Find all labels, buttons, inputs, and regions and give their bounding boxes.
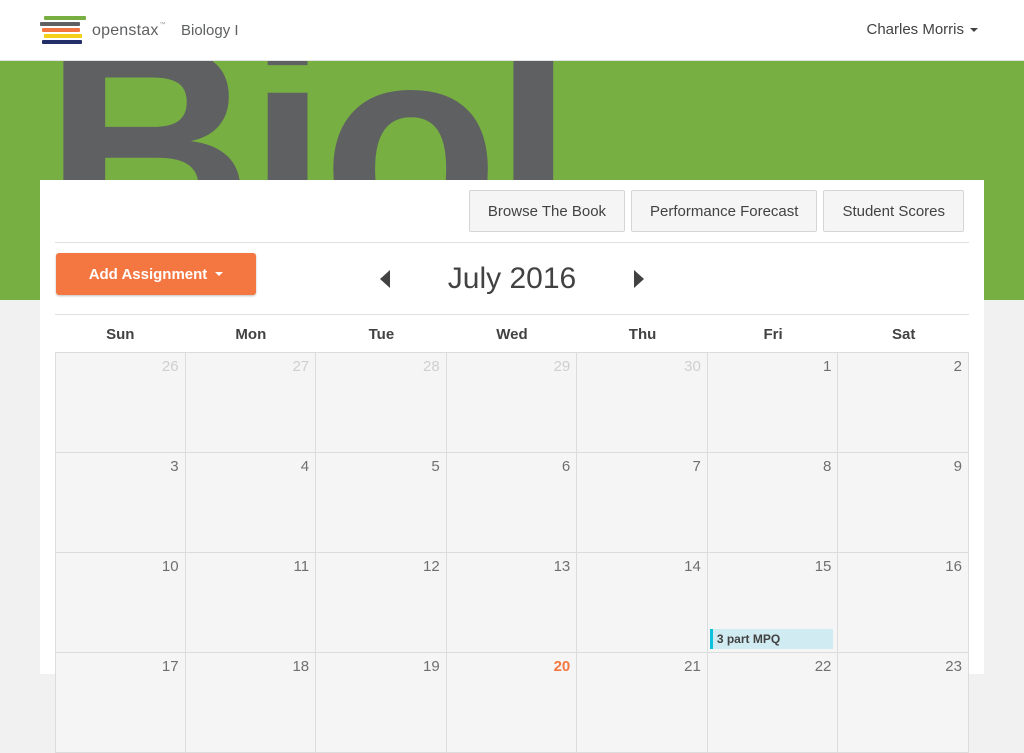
day-number: 1: [823, 358, 832, 375]
month-label: July 2016: [447, 262, 577, 295]
day-number: 8: [823, 458, 832, 475]
calendar-week-row: 17 18 19 20 21 22 23: [55, 653, 969, 753]
openstax-logo-icon[interactable]: [40, 16, 86, 46]
day-number: 21: [684, 658, 701, 675]
course-nav-buttons: Browse The Book Performance Forecast Stu…: [468, 190, 964, 232]
calendar-day-cell[interactable]: 5: [316, 453, 447, 553]
day-number: 27: [292, 358, 310, 375]
user-menu[interactable]: Charles Morris: [866, 21, 978, 38]
calendar-day-cell[interactable]: 11: [185, 553, 317, 653]
calendar-day-cell[interactable]: 1: [707, 353, 839, 453]
day-number: 22: [814, 658, 832, 675]
weekday-label: Mon: [235, 326, 267, 343]
day-number: 13: [553, 558, 571, 575]
add-assignment-button[interactable]: Add Assignment: [56, 253, 256, 295]
day-number: 10: [161, 558, 179, 575]
calendar-day-cell[interactable]: 30: [577, 353, 708, 453]
weekday-label: Thu: [628, 326, 657, 343]
day-number: 28: [423, 358, 440, 375]
calendar-card: Browse The Book Performance Forecast Stu…: [40, 180, 984, 753]
day-number: 5: [431, 458, 440, 475]
calendar-day-cell[interactable]: 12: [316, 553, 447, 653]
day-number: 16: [945, 558, 962, 575]
day-number: 26: [161, 358, 179, 375]
calendar-day-cell[interactable]: 23: [838, 653, 969, 753]
next-month-icon[interactable]: [634, 270, 644, 288]
calendar-day-cell[interactable]: 29: [446, 353, 578, 453]
day-number: 12: [423, 558, 440, 575]
top-navbar: openstax™ Biology I Charles Morris: [0, 0, 1024, 61]
calendar-week-row: 3 4 5 6 7 8 9: [55, 453, 969, 553]
month-calendar: Sun Mon Tue Wed Thu Fri Sat 26 27 28 29 30 1 2…: [55, 315, 969, 753]
calendar-day-cell[interactable]: 3: [55, 453, 186, 553]
day-number: 7: [692, 458, 701, 475]
day-number: 17: [161, 658, 179, 675]
day-number: 9: [953, 458, 962, 475]
calendar-event[interactable]: 3 part MPQ: [709, 629, 834, 649]
browse-book-button[interactable]: Browse The Book: [468, 190, 626, 232]
day-number: 23: [945, 658, 962, 675]
caret-down-icon: [970, 28, 978, 33]
user-name: Charles Morris: [866, 21, 964, 38]
day-number: 18: [292, 658, 310, 675]
student-scores-button[interactable]: Student Scores: [823, 190, 964, 232]
calendar-day-cell[interactable]: 8: [707, 453, 839, 553]
calendar-day-cell[interactable]: 2: [838, 353, 969, 453]
calendar-day-cell[interactable]: 17: [55, 653, 186, 753]
calendar-day-cell[interactable]: 7: [577, 453, 708, 553]
day-number: 3: [170, 458, 179, 475]
brand-name[interactable]: openstax™: [92, 22, 166, 40]
calendar-day-cell[interactable]: 26: [55, 353, 186, 453]
calendar-day-cell[interactable]: 19: [316, 653, 447, 753]
caret-down-icon: [215, 272, 224, 276]
calendar-day-cell[interactable]: 16: [838, 553, 969, 653]
add-assignment-label: Add Assignment: [88, 265, 208, 283]
weekday-header: Sun Mon Tue Wed Thu Fri Sat: [55, 315, 969, 352]
course-title[interactable]: Biology I: [181, 22, 239, 39]
day-number: 20: [553, 658, 571, 675]
calendar-day-cell[interactable]: 28: [316, 353, 447, 453]
day-number: 14: [684, 558, 701, 575]
weekday-label: Fri: [763, 326, 783, 343]
calendar-week-row: 10 11 12 13 14 15 3 part MPQ 16: [55, 553, 969, 653]
day-number: 6: [561, 458, 571, 475]
calendar-day-cell[interactable]: 18: [185, 653, 317, 753]
day-number: 29: [553, 358, 571, 375]
calendar-weeks: 26 27 28 29 30 1 2 3 4 5 6 7 8 9 10 11 12 13 14 15 3 part MP…: [55, 352, 969, 753]
day-number: 15: [814, 558, 832, 575]
performance-forecast-button[interactable]: Performance Forecast: [631, 190, 818, 232]
weekday-label: Tue: [368, 326, 395, 343]
month-navigation: July 2016: [380, 260, 644, 296]
day-number: 30: [684, 358, 701, 375]
calendar-day-cell[interactable]: 22: [707, 653, 839, 753]
day-number: 19: [423, 658, 440, 675]
divider: [55, 242, 969, 243]
calendar-day-cell[interactable]: 21: [577, 653, 708, 753]
calendar-day-cell[interactable]: 14: [577, 553, 708, 653]
calendar-day-cell[interactable]: 15 3 part MPQ: [707, 553, 839, 653]
calendar-day-cell[interactable]: 20: [446, 653, 578, 753]
weekday-label: Wed: [496, 326, 528, 343]
calendar-day-cell[interactable]: 4: [185, 453, 317, 553]
day-number: 11: [293, 558, 310, 575]
weekday-label: Sat: [891, 326, 916, 343]
calendar-day-cell[interactable]: 27: [185, 353, 317, 453]
calendar-day-cell[interactable]: 10: [55, 553, 186, 653]
day-number: 4: [300, 458, 310, 475]
calendar-week-row: 26 27 28 29 30 1 2: [55, 353, 969, 453]
calendar-day-cell[interactable]: 9: [838, 453, 969, 553]
calendar-day-cell[interactable]: 6: [446, 453, 578, 553]
day-number: 2: [953, 358, 962, 375]
weekday-label: Sun: [106, 326, 135, 343]
calendar-day-cell[interactable]: 13: [446, 553, 578, 653]
